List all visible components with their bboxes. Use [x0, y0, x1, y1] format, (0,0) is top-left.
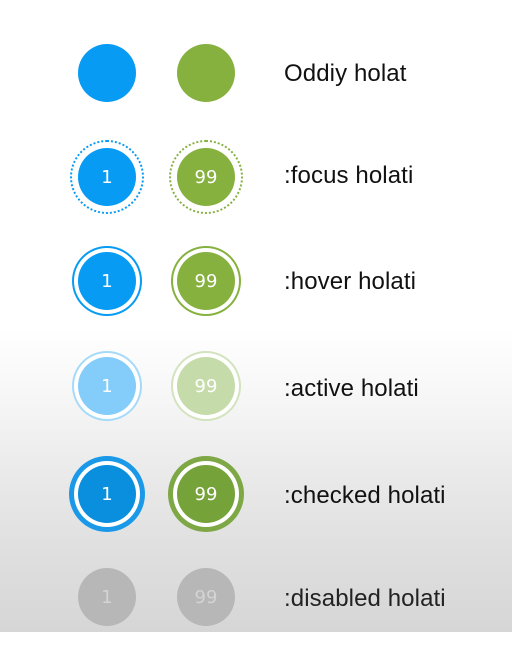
state-label-focus: :focus holati: [284, 162, 414, 189]
state-row-focus: 1 99 :focus holati: [0, 126, 512, 226]
blue-badge-active[interactable]: 1: [78, 357, 136, 415]
green-badge-normal[interactable]: [177, 44, 235, 102]
green-badge-checked[interactable]: 99: [177, 465, 235, 523]
blue-badge-hover[interactable]: 1: [78, 252, 136, 310]
green-badge-disabled: 99: [177, 568, 235, 626]
blue-badge-normal[interactable]: [78, 44, 136, 102]
state-row-active: 1 99 :active holati: [0, 337, 512, 437]
green-badge-hover[interactable]: 99: [177, 252, 235, 310]
state-label-active: :active holati: [284, 375, 419, 402]
state-label-checked: :checked holati: [284, 482, 446, 509]
blue-badge-focus[interactable]: 1: [70, 140, 144, 214]
state-label-disabled: :disabled holati: [284, 585, 446, 612]
state-row-hover: 1 99 :hover holati: [0, 232, 512, 332]
blue-badge-checked[interactable]: 1: [78, 465, 136, 523]
blue-badge-disabled: 1: [78, 568, 136, 626]
green-badge-active[interactable]: 99: [177, 357, 235, 415]
state-label-normal: Oddiy holat: [284, 60, 407, 87]
state-row-normal: Oddiy holat: [0, 24, 512, 124]
state-label-hover: :hover holati: [284, 268, 417, 295]
state-row-disabled: 1 99 :disabled holati: [0, 548, 512, 648]
green-badge-focus[interactable]: 99: [169, 140, 243, 214]
state-row-checked: 1 99 :checked holati: [0, 444, 512, 544]
